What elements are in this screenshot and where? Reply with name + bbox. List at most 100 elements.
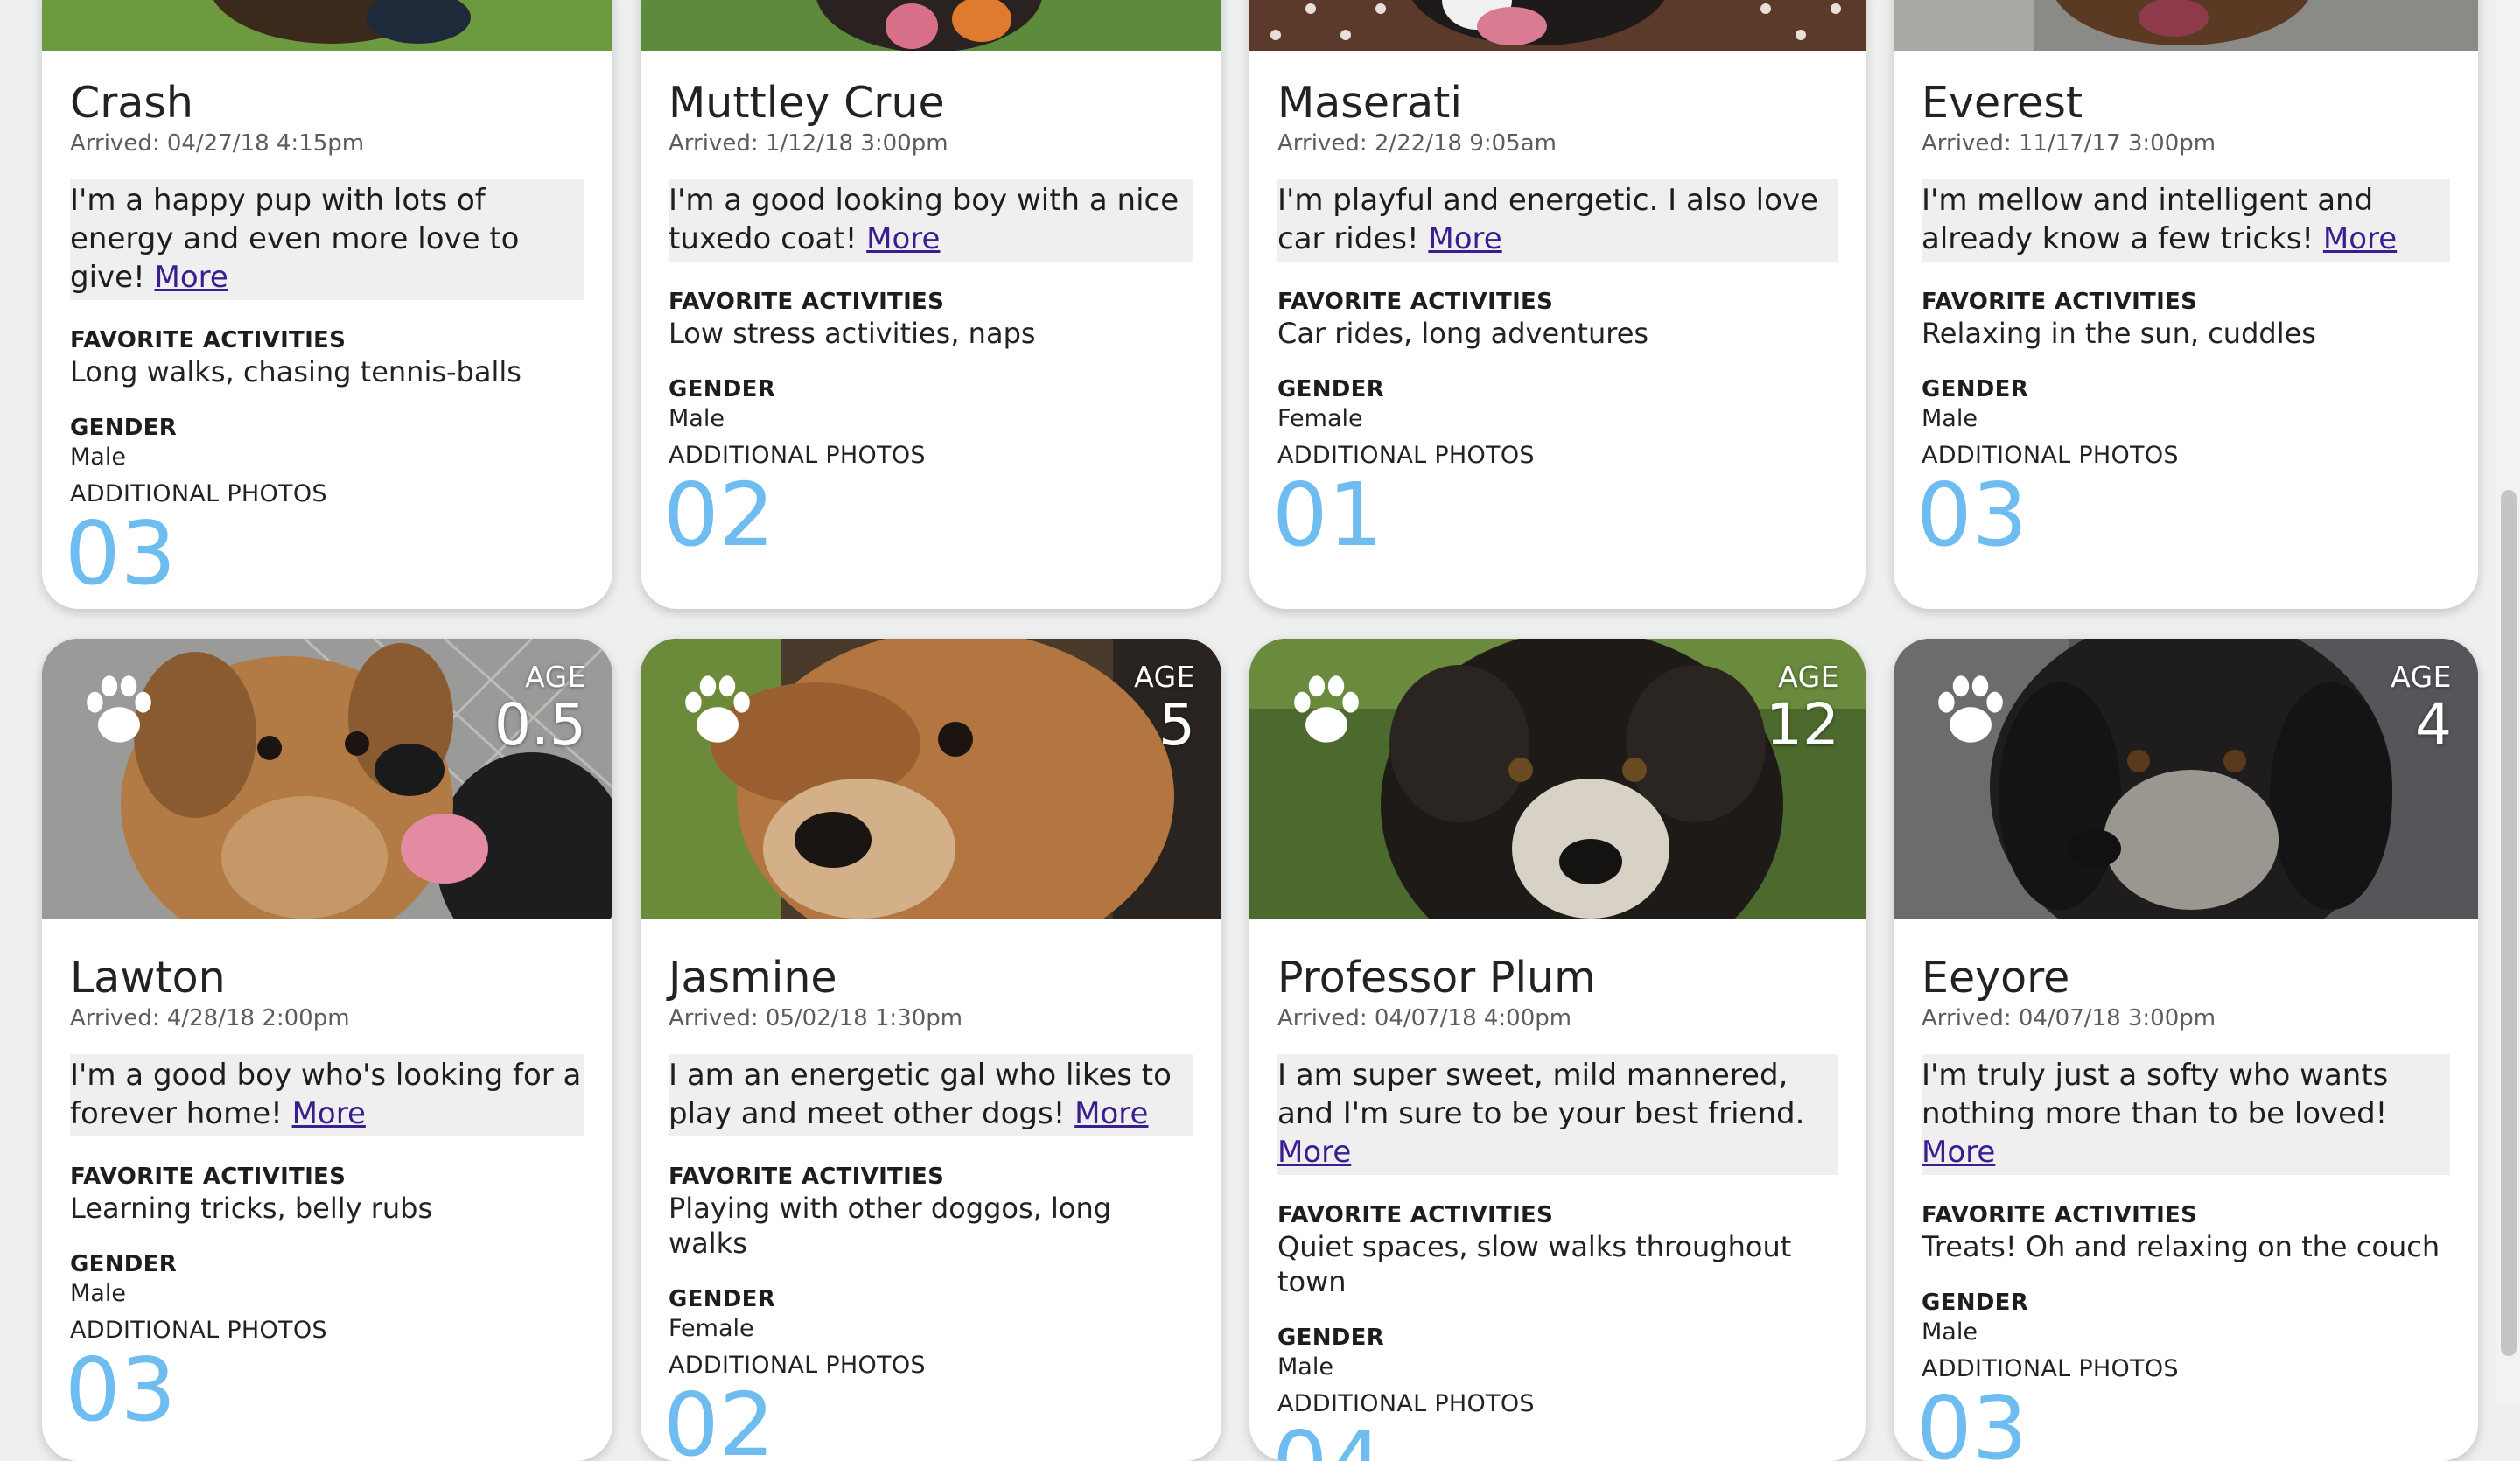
favorite-activities: Low stress activities, naps <box>668 317 1036 350</box>
scrollbar-thumb[interactable] <box>2501 490 2516 1356</box>
dog-name: Lawton <box>70 953 226 1003</box>
gender-label: GENDER <box>1922 376 2029 402</box>
dog-blurb: I am an energetic gal who likes to play … <box>668 1054 1194 1136</box>
dog-name: Crash <box>70 78 193 128</box>
more-link[interactable]: More <box>1278 1135 1351 1170</box>
age-value: 0.5 <box>494 691 586 758</box>
gender-value: Male <box>1922 1318 1978 1346</box>
dog-card-crash[interactable]: Crash Arrived: 04/27/18 4:15pm I'm a hap… <box>42 0 612 609</box>
arrival-date: Arrived: 04/07/18 4:00pm <box>1278 1005 1572 1031</box>
additional-photos-count[interactable]: 04 <box>1272 1420 1838 1461</box>
more-link[interactable]: More <box>866 221 940 256</box>
favorite-activities-label: FAVORITE ACTIVITIES <box>70 1164 346 1190</box>
dog-photo: AGE 5 <box>640 639 1222 919</box>
gender-value: Male <box>70 444 126 471</box>
dog-card-jasmine[interactable]: AGE 5 Jasmine Arrived: 05/02/18 1:30pm I… <box>640 639 1222 1461</box>
age-badge: AGE 4 <box>2390 660 2452 756</box>
favorite-activities-label: FAVORITE ACTIVITIES <box>668 1164 945 1190</box>
dog-blurb: I'm mellow and intelligent and already k… <box>1922 179 2450 262</box>
gender-label: GENDER <box>1922 1290 2029 1316</box>
favorite-activities: Learning tricks, belly rubs <box>70 1192 433 1225</box>
arrival-date: Arrived: 05/02/18 1:30pm <box>668 1005 963 1031</box>
dog-card-everest[interactable]: Everest Arrived: 11/17/17 3:00pm I'm mel… <box>1894 0 2478 609</box>
dog-name: Jasmine <box>668 953 837 1003</box>
age-value: 4 <box>2415 691 2452 758</box>
additional-photos-count[interactable]: 03 <box>1916 1385 2450 1461</box>
dog-photo: AGE 12 <box>1250 639 1866 919</box>
additional-photos-count[interactable]: 03 <box>1916 472 2450 559</box>
age-badge: AGE 12 <box>1766 660 1839 756</box>
gender-label: GENDER <box>1278 1325 1385 1351</box>
more-link[interactable]: More <box>155 260 228 295</box>
dog-name: Everest <box>1922 78 2083 128</box>
additional-photos-count[interactable]: 02 <box>663 1381 1194 1461</box>
dog-card-lawton[interactable]: AGE 0.5 Lawton Arrived: 4/28/18 2:00pm I… <box>42 639 612 1461</box>
additional-photos-count[interactable]: 03 <box>65 1346 584 1434</box>
age-value: 12 <box>1766 691 1839 758</box>
dog-photo <box>42 0 612 51</box>
gender-label: GENDER <box>668 1286 776 1312</box>
additional-photos-count[interactable]: 03 <box>65 510 584 598</box>
vertical-scrollbar[interactable] <box>2496 0 2520 1405</box>
dog-blurb: I'm truly just a softy who wants nothing… <box>1922 1054 2450 1175</box>
dog-blurb: I am super sweet, mild mannered, and I'm… <box>1278 1054 1838 1175</box>
favorite-activities-label: FAVORITE ACTIVITIES <box>668 289 945 315</box>
more-link[interactable]: More <box>1074 1096 1148 1131</box>
dog-card-professor-plum[interactable]: AGE 12 Professor Plum Arrived: 04/07/18 … <box>1250 639 1866 1461</box>
more-link[interactable]: More <box>1428 221 1502 256</box>
favorite-activities-label: FAVORITE ACTIVITIES <box>1922 1202 2198 1228</box>
gender-value: Female <box>668 1315 754 1342</box>
dog-blurb: I'm a good boy who's looking for a forev… <box>70 1054 584 1136</box>
favorite-activities: Long walks, chasing tennis-balls <box>70 355 522 388</box>
arrival-date: Arrived: 2/22/18 9:05am <box>1278 130 1557 157</box>
paw-icon <box>87 675 151 743</box>
age-value: 5 <box>1158 691 1195 758</box>
dog-photo: AGE 4 <box>1894 639 2478 919</box>
favorite-activities-label: FAVORITE ACTIVITIES <box>70 327 346 353</box>
dog-photo <box>1894 0 2478 51</box>
more-link[interactable]: More <box>2323 221 2397 256</box>
paw-icon <box>1938 675 2003 743</box>
dog-name: Maserati <box>1278 78 1462 128</box>
additional-photos-count[interactable]: 02 <box>663 472 1194 559</box>
age-label: AGE <box>525 660 586 694</box>
favorite-activities-label: FAVORITE ACTIVITIES <box>1278 1202 1554 1228</box>
gender-value: Male <box>70 1280 126 1307</box>
dog-name: Eeyore <box>1922 953 2070 1003</box>
more-link[interactable]: More <box>1922 1135 1995 1170</box>
gender-label: GENDER <box>1278 376 1385 402</box>
favorite-activities: Treats! Oh and relaxing on the couch <box>1922 1230 2440 1263</box>
paw-icon <box>1294 675 1359 743</box>
dog-name: Professor Plum <box>1278 953 1596 1003</box>
dog-blurb: I'm playful and energetic. I also love c… <box>1278 179 1838 262</box>
dog-card-eeyore[interactable]: AGE 4 Eeyore Arrived: 04/07/18 3:00pm I'… <box>1894 639 2478 1461</box>
age-label: AGE <box>2390 660 2452 694</box>
dog-name: Muttley Crue <box>668 78 945 128</box>
gender-label: GENDER <box>70 1251 178 1277</box>
favorite-activities: Playing with other doggos, long walks <box>668 1192 1112 1260</box>
age-label: AGE <box>1778 660 1839 694</box>
gender-label: GENDER <box>70 415 178 441</box>
dog-photo <box>640 0 1222 51</box>
age-label: AGE <box>1134 660 1195 694</box>
dog-photo: AGE 0.5 <box>42 639 612 919</box>
additional-photos-count[interactable]: 01 <box>1272 472 1838 559</box>
arrival-date: Arrived: 04/27/18 4:15pm <box>70 130 365 157</box>
favorite-activities: Quiet spaces, slow walks throughout town <box>1278 1230 1792 1298</box>
age-badge: AGE 0.5 <box>494 660 586 756</box>
arrival-date: Arrived: 11/17/17 3:00pm <box>1922 130 2216 157</box>
arrival-date: Arrived: 04/07/18 3:00pm <box>1922 1005 2216 1031</box>
more-link[interactable]: More <box>292 1096 366 1131</box>
gender-value: Male <box>668 405 724 432</box>
arrival-date: Arrived: 1/12/18 3:00pm <box>668 130 948 157</box>
gender-label: GENDER <box>668 376 776 402</box>
favorite-activities: Relaxing in the sun, cuddles <box>1922 317 2316 350</box>
dog-photo <box>1250 0 1866 51</box>
arrival-date: Arrived: 4/28/18 2:00pm <box>70 1005 350 1031</box>
age-badge: AGE 5 <box>1134 660 1195 756</box>
dog-card-muttley-crue[interactable]: Muttley Crue Arrived: 1/12/18 3:00pm I'm… <box>640 0 1222 609</box>
favorite-activities-label: FAVORITE ACTIVITIES <box>1922 289 2198 315</box>
dog-card-maserati[interactable]: Maserati Arrived: 2/22/18 9:05am I'm pla… <box>1250 0 1866 609</box>
dog-blurb: I'm a happy pup with lots of energy and … <box>70 179 584 300</box>
favorite-activities-label: FAVORITE ACTIVITIES <box>1278 289 1554 315</box>
